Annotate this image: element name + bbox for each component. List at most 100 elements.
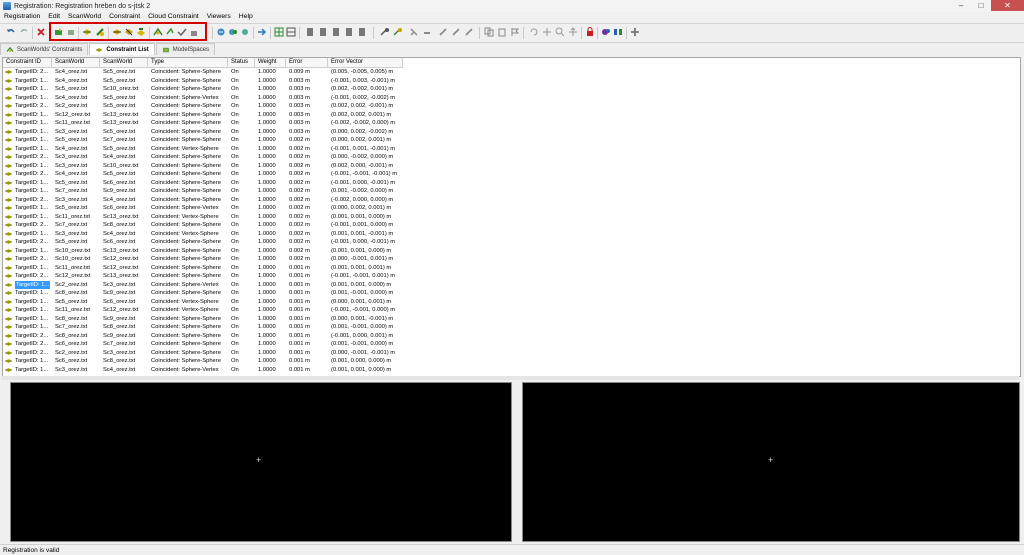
table-row[interactable]: TargetID: 1... Sc11_orez.txt Sc12_orez.txt… [3,264,1020,273]
table-row[interactable]: TargetID: 1... Sc2_orez.txt Sc3_orez.txt Co… [3,280,1020,289]
paint-icon[interactable] [601,27,611,37]
table-row[interactable]: TargetID: 1... Sc7_orez.txt Sc9_orez.txt Co… [3,187,1020,196]
paste-icon[interactable] [497,27,507,37]
table-row[interactable]: TargetID: 1... Sc4_orez.txt Sc5_orez.txt Co… [3,94,1020,103]
table-row[interactable]: TargetID: 2... Sc7_orez.txt Sc8_orez.txt Co… [3,221,1020,230]
table-row[interactable]: TargetID: 1... Sc8_orez.txt Sc9_orez.txt Co… [3,289,1020,298]
table-row[interactable]: TargetID: 1... Sc8_orez.txt Sc9_orez.txt Co… [3,315,1020,324]
table-row[interactable]: TargetID: 1... Sc11_orez.txt Sc13_orez.txt… [3,213,1020,222]
column-header-constraint-id[interactable]: Constraint ID [3,58,52,67]
table-row[interactable]: TargetID: 1... Sc4_orez.txt Sc5_orez.txt Co… [3,77,1020,86]
menu-constraint[interactable]: Constraint [105,12,144,22]
cell-error-vector: (0.001, 0.001, 0.000) m [331,366,392,373]
cell-scanworld-1: Sc5_orez.txt [55,179,88,186]
grid-green-icon[interactable] [274,27,284,37]
table-row[interactable]: TargetID: 1... Sc7_orez.txt Sc8_orez.txt Co… [3,323,1020,332]
table-row[interactable]: TargetID: 2... Sc4_orez.txt Sc5_orez.txt Co… [3,170,1020,179]
table-row[interactable]: TargetID: 1... Sc11_orez.txt Sc12_orez.txt… [3,306,1020,315]
pick-green-icon[interactable] [393,27,403,37]
column-header-scanworld-2[interactable]: ScanWorld [100,58,148,67]
redo-icon[interactable] [19,27,29,37]
disabled-tool-2-icon[interactable] [318,27,328,37]
table-row[interactable]: TargetID: 2... Sc6_orez.txt Sc7_orez.txt Co… [3,340,1020,349]
constraint-id-text: TargetID: 1... [15,128,49,135]
maximize-button[interactable]: □ [971,0,991,11]
disabled-tool-4-icon[interactable] [344,27,354,37]
table-row[interactable]: TargetID: 2... Sc3_orez.txt Sc4_orez.txt Co… [3,153,1020,162]
close-button[interactable]: ✕ [991,0,1024,11]
lock-icon[interactable] [585,27,595,37]
constraint-icon [5,350,12,355]
tab-scanworlds-constraints[interactable]: ScanWorlds' Constraints [0,43,89,55]
add-icon[interactable] [630,27,640,37]
table-row[interactable]: TargetID: 1... Sc5_orez.txt Sc6_orez.txt Co… [3,298,1020,307]
grid-view-icon[interactable] [286,27,296,37]
tool-d-icon[interactable] [451,27,461,37]
copy-icon[interactable] [484,27,494,37]
table-row[interactable]: TargetID: 1... Sc3_orez.txt Sc4_orez.txt Co… [3,366,1020,375]
table-row[interactable]: TargetID: 2... Sc12_orez.txt Sc13_orez.txt… [3,272,1020,281]
menu-registration[interactable]: Registration [0,12,44,22]
cell-error: 0.002 m [289,171,310,177]
table-row[interactable]: TargetID: 1... Sc5_orez.txt Sc6_orez.txt Co… [3,179,1020,188]
table-row[interactable]: TargetID: 2... Sc8_orez.txt Sc9_orez.txt Co… [3,332,1020,341]
viewer-left[interactable]: + [10,382,512,542]
viewer-right[interactable]: + [522,382,1020,542]
table-row[interactable]: TargetID: 1... Sc10_orez.txt Sc13_orez.txt… [3,247,1020,256]
table-row[interactable]: TargetID: 2... Sc5_orez.txt Sc6_orez.txt Co… [3,238,1020,247]
view-cloud-icon[interactable] [228,27,238,37]
view-both-icon[interactable] [240,27,250,37]
column-header-type[interactable]: Type [148,58,228,67]
table-row[interactable]: TargetID: 2... Sc4_orez.txt Sc5_orez.txt Co… [3,68,1020,77]
disabled-tool-3-icon[interactable] [331,27,341,37]
column-header-weight[interactable]: Weight [255,58,286,67]
table-row[interactable]: TargetID: 1... Sc3_orez.txt Sc10_orez.txt C… [3,162,1020,171]
arrow-icon[interactable] [257,27,267,37]
table-row[interactable]: TargetID: 2... Sc2_orez.txt Sc3_orez.txt Co… [3,349,1020,358]
cell-error: 0.001 m [289,290,310,296]
table-row[interactable]: TargetID: 1... Sc5_orez.txt Sc7_orez.txt Co… [3,136,1020,145]
horizontal-scrollbar[interactable] [2,376,1019,380]
table-row[interactable]: TargetID: 1... Sc11_orez.txt Sc13_orez.txt… [3,119,1020,128]
table-row[interactable]: TargetID: 1... Sc3_orez.txt Sc4_orez.txt Co… [3,230,1020,239]
menu-scanworld[interactable]: ScanWorld [64,12,105,22]
tool-b-icon[interactable] [422,27,432,37]
delete-icon[interactable] [36,27,46,37]
menu-edit[interactable]: Edit [44,12,64,22]
pan-icon[interactable] [542,27,552,37]
column-header-scanworld-1[interactable]: ScanWorld [52,58,100,67]
tool-a-icon[interactable] [409,27,419,37]
table-row[interactable]: TargetID: 1... Sc5_orez.txt Sc6_orez.txt Co… [3,204,1020,213]
tab-modelspaces[interactable]: ModelSpaces [155,43,216,55]
scanners-icon[interactable] [613,27,623,37]
table-row[interactable]: TargetID: 2... Sc2_orez.txt Sc5_orez.txt Co… [3,102,1020,111]
constraint-icon [5,214,12,219]
menu-viewers[interactable]: Viewers [203,12,235,22]
table-row[interactable]: TargetID: 2... Sc10_orez.txt Sc12_orez.txt… [3,255,1020,264]
menu-help[interactable]: Help [235,12,257,22]
view-scanworld-icon[interactable] [216,27,226,37]
disabled-tool-5-icon[interactable] [357,27,367,37]
move-icon[interactable] [568,27,578,37]
pick-point-icon[interactable] [380,27,390,37]
rotate-icon[interactable] [529,27,539,37]
zoom-icon[interactable] [555,27,565,37]
table-row[interactable]: TargetID: 1... Sc6_orez.txt Sc8_orez.txt Co… [3,357,1020,366]
column-header-error-vector[interactable]: Error Vector [328,58,403,67]
table-row[interactable]: TargetID: 1... Sc4_orez.txt Sc5_orez.txt Co… [3,145,1020,154]
column-header-status[interactable]: Status [228,58,255,67]
table-row[interactable]: TargetID: 1... Sc5_orez.txt Sc10_orez.txt C… [3,85,1020,94]
menu-cloud-constraint[interactable]: Cloud Constraint [144,12,203,22]
flag-icon[interactable] [510,27,520,37]
tab-constraint-list[interactable]: Constraint List [89,43,155,55]
column-header-error[interactable]: Error [286,58,328,67]
tool-e-icon[interactable] [464,27,474,37]
cell-scanworld-1: Sc11_orez.txt [55,213,91,220]
table-row[interactable]: TargetID: 1... Sc3_orez.txt Sc5_orez.txt Co… [3,128,1020,137]
minimize-button[interactable]: – [951,0,971,11]
table-row[interactable]: TargetID: 2... Sc3_orez.txt Sc4_orez.txt Co… [3,196,1020,205]
table-row[interactable]: TargetID: 1... Sc12_orez.txt Sc13_orez.txt… [3,111,1020,120]
disabled-tool-1-icon[interactable] [305,27,315,37]
tool-c-icon[interactable] [438,27,448,37]
undo-icon[interactable] [6,27,16,37]
